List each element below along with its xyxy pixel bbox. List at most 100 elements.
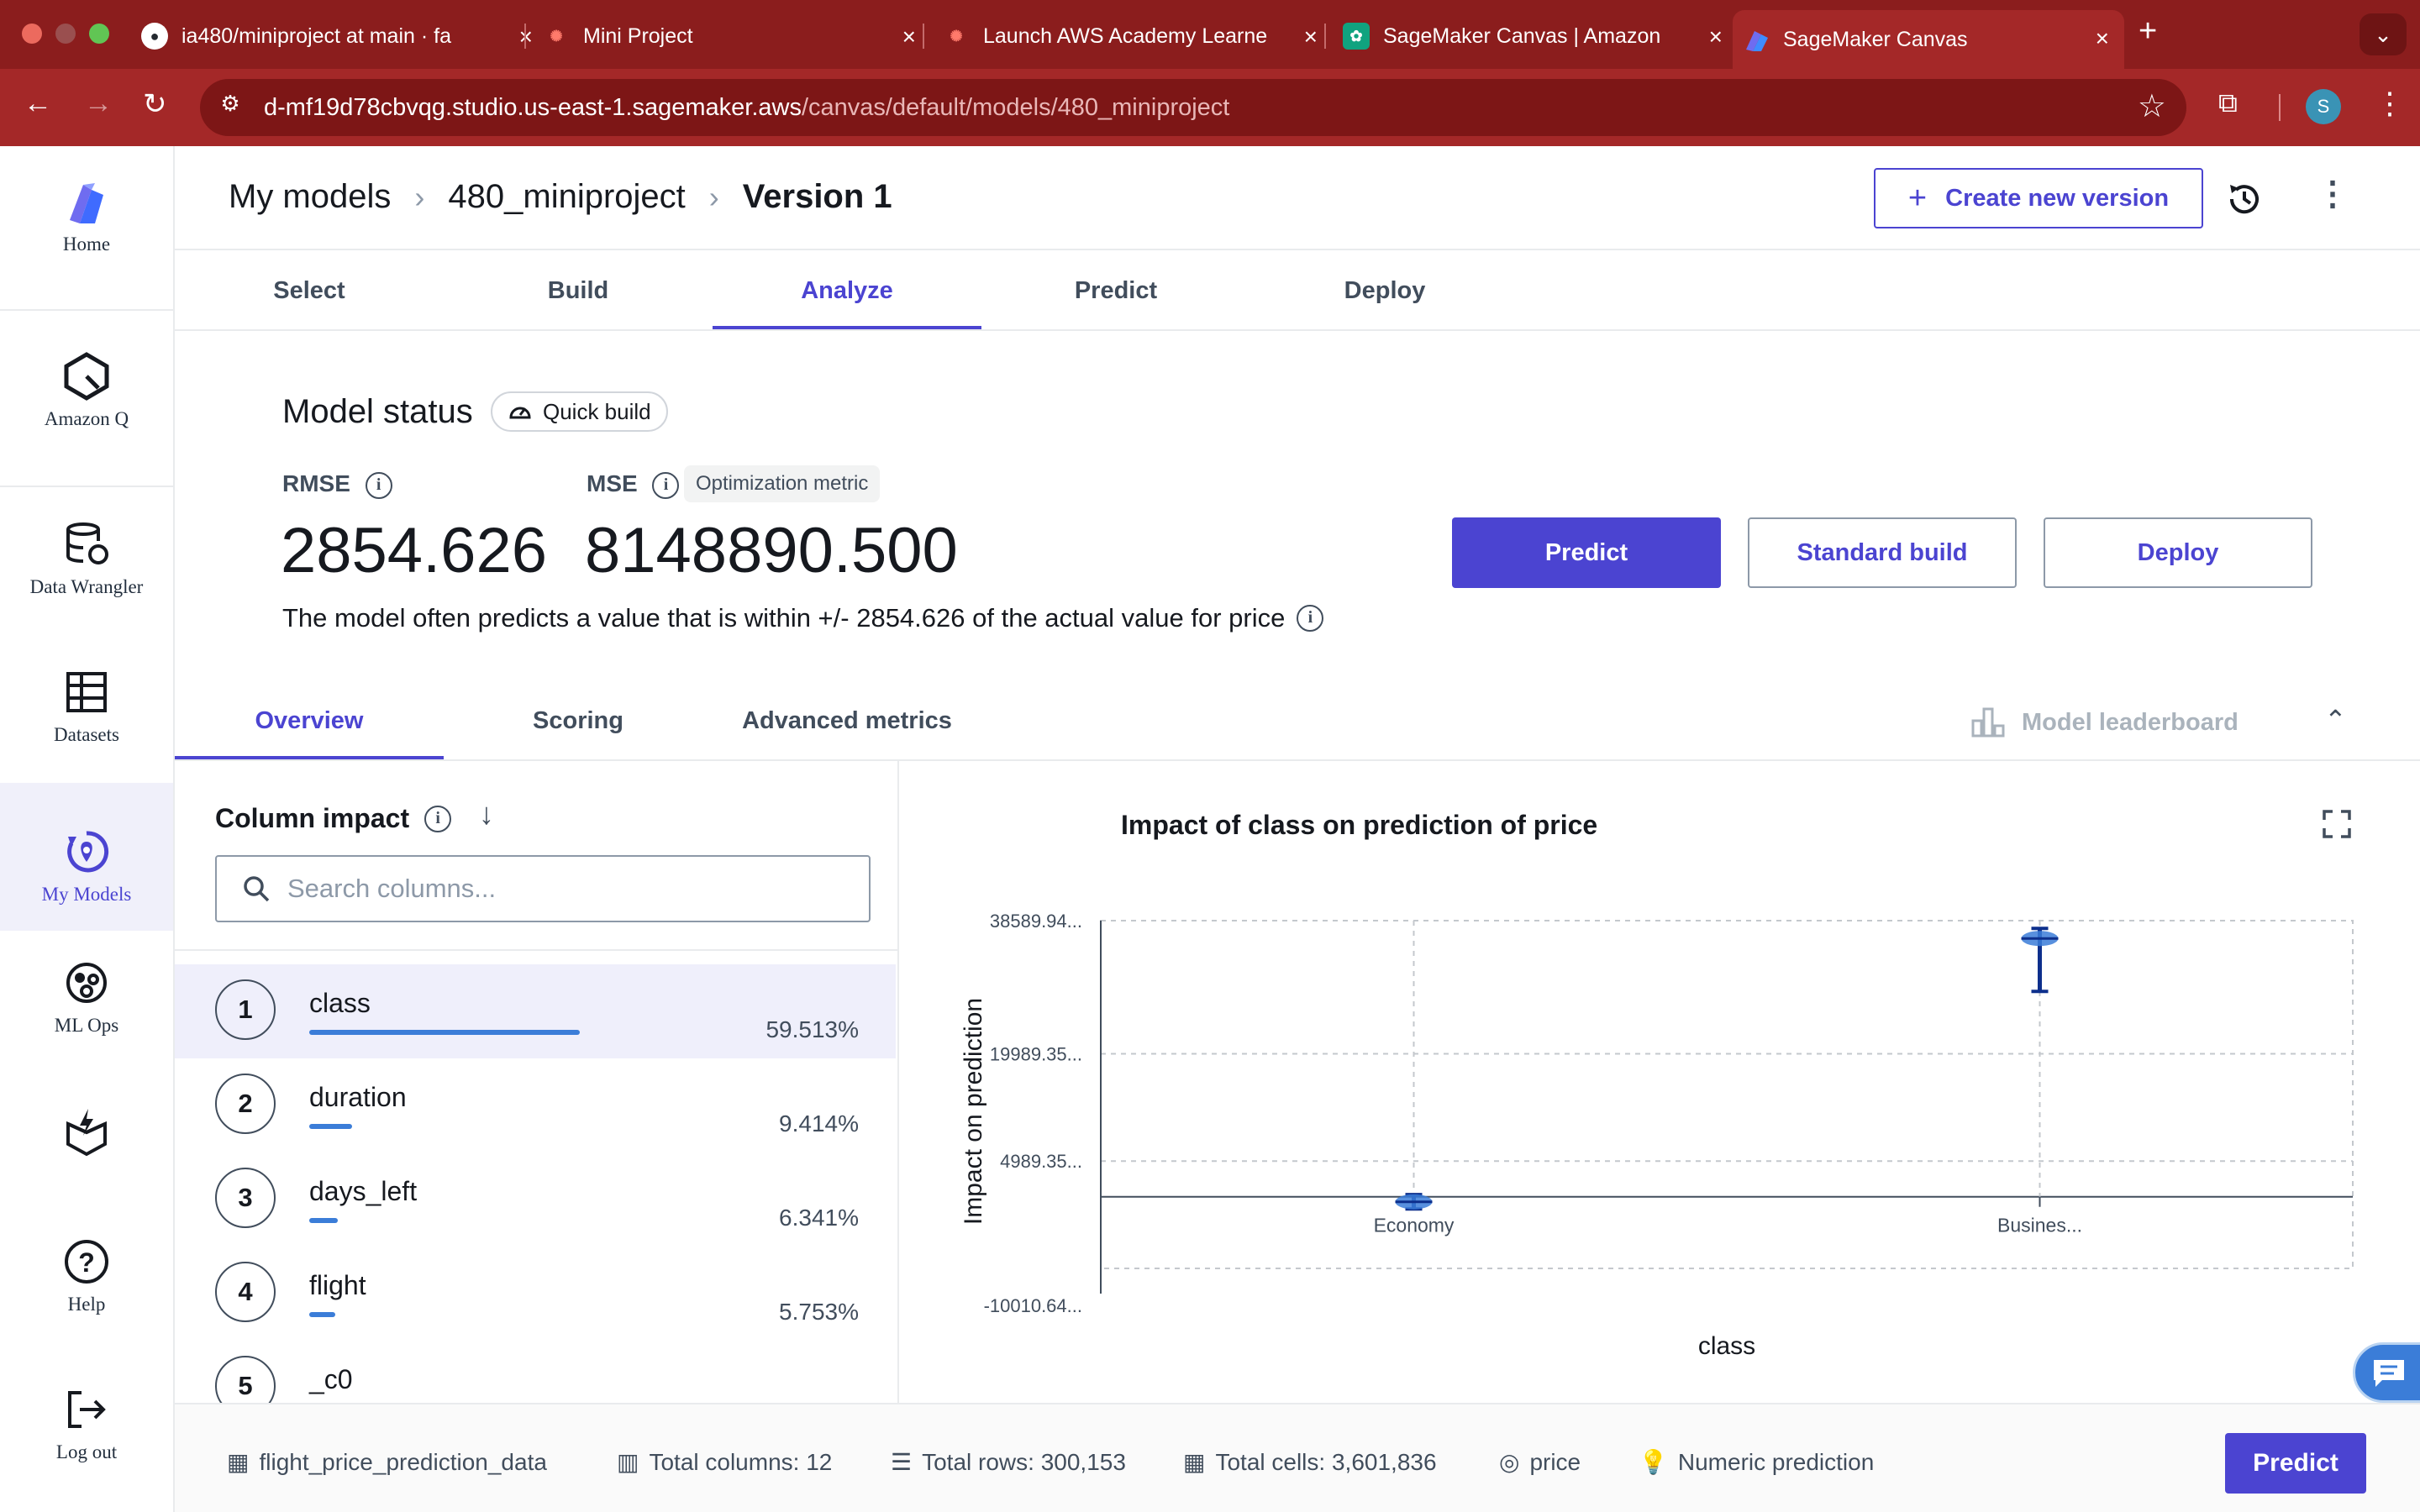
sort-arrow-down-icon[interactable]: ↓	[479, 796, 494, 832]
browser-menu-icon[interactable]: ⋮	[2375, 86, 2405, 121]
breadcrumb-my-models[interactable]: My models	[229, 178, 391, 216]
subtabs-divider	[175, 759, 2420, 761]
window-close-button[interactable]	[22, 24, 42, 44]
footer-predict-button[interactable]: Predict	[2225, 1433, 2366, 1494]
search-columns-input[interactable]	[287, 874, 825, 904]
optimization-metric-badge: Optimization metric	[684, 465, 881, 502]
tab-advanced-metrics[interactable]: Advanced metrics	[713, 707, 981, 735]
close-icon[interactable]: ×	[902, 24, 916, 50]
standard-build-button[interactable]: Standard build	[1748, 517, 2017, 588]
sidebar-item-help[interactable]: ? Help	[0, 1236, 173, 1337]
browser-tab-sagemaker-canvas[interactable]: SageMaker Canvas ×	[1733, 10, 2124, 69]
lightbulb-icon: 💡	[1639, 1449, 1668, 1475]
column-impact-row[interactable]: 3 days_left 6.341%	[175, 1152, 896, 1247]
tab-overview[interactable]: Overview	[175, 707, 444, 735]
rmse-value: 2854.626	[281, 515, 547, 586]
sidebar-item-home[interactable]: Home	[0, 176, 173, 277]
model-status-title: Model status	[282, 393, 473, 430]
browser-tab-aws-academy[interactable]: ✺ Launch AWS Academy Learne ×	[943, 12, 1318, 60]
browser-tab-github[interactable]: ● ia480/miniproject at main · fa ×	[141, 12, 533, 60]
close-icon[interactable]: ×	[1709, 24, 1723, 50]
sidebar-item-label: My Models	[41, 884, 132, 905]
new-tab-button[interactable]: +	[2139, 13, 2157, 50]
sidebar-item-ml-ops[interactable]: ML Ops	[0, 958, 173, 1058]
profile-avatar[interactable]: S	[2306, 89, 2341, 124]
impact-chart[interactable]: 38589.94... 19989.35... 4989.35... -10010.6…	[924, 874, 2370, 1378]
chevron-down-icon: ⌄	[2374, 21, 2392, 47]
impact-bar	[309, 1312, 336, 1317]
dataset-summary-footer: ▦ flight_price_prediction_data ▥ Total col…	[175, 1403, 2420, 1512]
tab-analyze[interactable]: Analyze	[713, 277, 981, 305]
extensions-icon[interactable]: ⧉	[2218, 87, 2238, 119]
close-icon[interactable]: ×	[2096, 25, 2109, 52]
rank-badge: 4	[215, 1262, 276, 1322]
info-icon[interactable]: i	[424, 805, 452, 832]
chat-feedback-button[interactable]	[2353, 1342, 2420, 1403]
tab-scoring[interactable]: Scoring	[444, 707, 713, 735]
more-options-icon[interactable]: ⋮	[2316, 175, 2349, 213]
footer-total-cells: ▦ Total cells: 3,601,836	[1183, 1448, 1437, 1476]
tab-predict[interactable]: Predict	[981, 277, 1250, 305]
browser-tab-mini-project[interactable]: ✺ Mini Project ×	[543, 12, 916, 60]
info-icon[interactable]: i	[1297, 605, 1324, 632]
expand-icon[interactable]	[2323, 810, 2351, 843]
reload-button[interactable]: ↻	[143, 87, 167, 121]
sidebar-item-package[interactable]	[0, 1107, 173, 1174]
sidebar-item-log-out[interactable]: Log out	[0, 1384, 173, 1485]
help-icon: ?	[65, 1240, 108, 1284]
column-name: duration	[309, 1082, 407, 1112]
tab-select[interactable]: Select	[175, 277, 444, 305]
model-accuracy-description: The model often predicts a value that is…	[282, 603, 1324, 633]
chat-icon	[2374, 1360, 2404, 1387]
mse-value: 8148890.500	[585, 515, 958, 586]
address-bar[interactable]: ⚙ d-mf19d78cbvqg.studio.us-east-1.sagema…	[200, 79, 2186, 136]
tab-search-button[interactable]: ⌄	[2360, 13, 2407, 55]
close-icon[interactable]: ×	[1304, 24, 1318, 50]
sidebar-item-my-models[interactable]: My Models	[0, 783, 173, 931]
datasets-icon	[66, 672, 107, 712]
columns-icon: ▥	[617, 1449, 639, 1475]
sidebar-item-datasets[interactable]: Datasets	[0, 667, 173, 768]
cells-icon: ▦	[1183, 1449, 1206, 1475]
sidebar-item-amazon-q[interactable]: Amazon Q	[0, 351, 173, 452]
deploy-button[interactable]: Deploy	[2044, 517, 2312, 588]
column-impact-row[interactable]: 2 duration 9.414%	[175, 1058, 896, 1152]
browser-tab-sagemaker-canvas-docs[interactable]: ✿ SageMaker Canvas | Amazon ×	[1343, 12, 1723, 60]
create-new-version-button[interactable]: + Create new version	[1874, 168, 2203, 228]
window-maximize-button[interactable]	[89, 24, 109, 44]
y-tick-label: 19989.35...	[990, 1043, 1082, 1064]
sidebar-item-label: Help	[67, 1294, 106, 1315]
column-impact-row[interactable]: 1 class 59.513%	[175, 964, 896, 1058]
site-settings-icon[interactable]: ⚙	[215, 91, 245, 121]
chevron-right-icon: ›	[414, 179, 425, 214]
url-path: /canvas/default/models/480_miniproject	[801, 94, 1230, 121]
tab-divider	[524, 24, 526, 49]
quick-build-badge: Quick build	[491, 391, 668, 432]
version-history-icon[interactable]	[2225, 180, 2264, 223]
bookmark-star-icon[interactable]: ☆	[2138, 87, 2166, 125]
column-name: class	[309, 988, 371, 1018]
column-impact-row[interactable]: 4 flight 5.753%	[175, 1247, 896, 1341]
data-wrangler-icon	[66, 522, 108, 564]
forward-button[interactable]: →	[84, 87, 113, 120]
leaderboard-icon	[1971, 707, 2005, 738]
panel-divider	[897, 761, 899, 1403]
sidebar-item-data-wrangler[interactable]: Data Wrangler	[0, 519, 173, 620]
tab-build[interactable]: Build	[444, 277, 713, 305]
impact-percentage: 59.513%	[765, 1016, 859, 1042]
info-icon[interactable]: i	[365, 471, 392, 499]
canvas-lms-icon: ✺	[950, 27, 963, 45]
speedometer-icon	[509, 407, 531, 419]
info-icon[interactable]: i	[652, 471, 680, 499]
predict-button[interactable]: Predict	[1452, 517, 1721, 588]
collapse-icon[interactable]: ⌃	[2324, 704, 2347, 736]
column-name: days_left	[309, 1176, 418, 1206]
back-button[interactable]: ←	[24, 87, 52, 120]
breadcrumb-model[interactable]: 480_miniproject	[448, 178, 685, 216]
browser-tab-bar: ● ia480/miniproject at main · fa × ✺ Min…	[0, 0, 2420, 69]
search-columns-field[interactable]	[215, 855, 871, 922]
tab-deploy[interactable]: Deploy	[1250, 277, 1519, 305]
window-minimize-button[interactable]	[55, 24, 76, 44]
quick-build-label: Quick build	[543, 398, 651, 424]
impact-percentage: 6.341%	[779, 1205, 859, 1231]
